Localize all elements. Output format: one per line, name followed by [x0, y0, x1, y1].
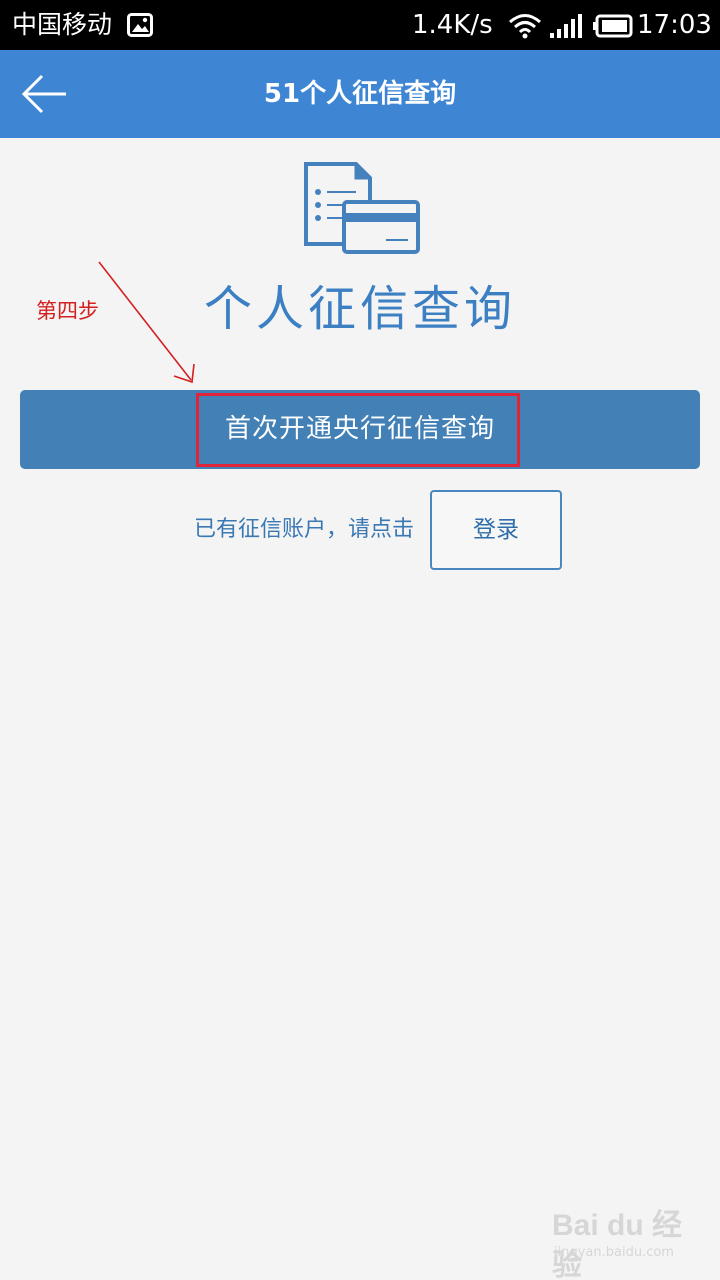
login-hint: 已有征信账户，请点击 [193, 517, 414, 542]
app-bar: 51个人征信查询 [0, 50, 720, 138]
login-button[interactable]: 登录 [430, 490, 562, 570]
clock: 17:03 [637, 10, 712, 40]
carrier-label: 中国移动 [12, 10, 113, 39]
highlight-box [196, 393, 520, 467]
gallery-notification-icon [127, 13, 153, 37]
status-bar: 中国移动 1.4K/s 17:03 [0, 0, 720, 50]
baidu-jingyan-watermark: Bai du 经验 jingyan.baidu.com [548, 1206, 698, 1280]
first-open-credit-query-button[interactable]: 首次开通央行征信查询 [20, 390, 700, 469]
main-heading: 个人征信查询 [203, 281, 516, 337]
battery-icon [593, 14, 633, 38]
page-title: 51个人征信查询 [263, 79, 457, 109]
watermark-brand: Bai du 经验 [552, 1209, 683, 1280]
step-annotation-label: 第四步 [36, 299, 99, 323]
network-speed: 1.4K/s [412, 10, 493, 40]
signal-icon [550, 14, 582, 38]
arrow-left-icon [21, 74, 66, 114]
credit-report-card-icon [304, 162, 420, 254]
watermark-url: jingyan.baidu.com [554, 1245, 674, 1260]
screen: 中国移动 1.4K/s 17:03 51个人征信查询 个人征信查询 第四步 首次… [0, 0, 720, 1280]
wifi-icon [509, 14, 541, 39]
back-button[interactable] [14, 66, 74, 122]
